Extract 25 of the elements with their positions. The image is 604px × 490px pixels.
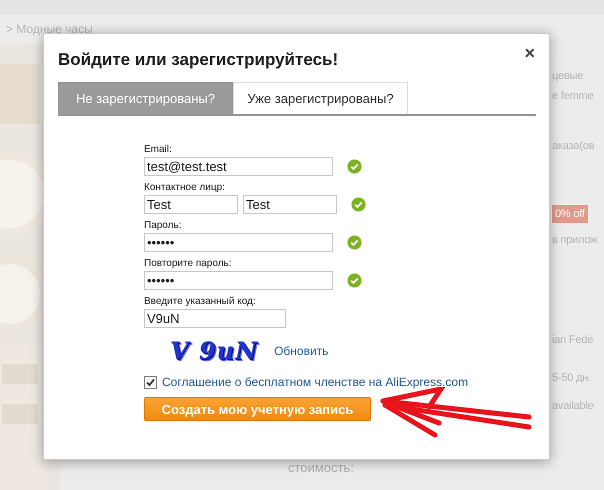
field-label: Введите указанный код: bbox=[144, 296, 257, 307]
checkbox[interactable] bbox=[144, 376, 157, 388]
tab[interactable]: Уже зарегистрированы? bbox=[233, 82, 408, 114]
input-field[interactable]: Test bbox=[144, 195, 238, 214]
discount-badge: 0% off bbox=[552, 205, 588, 223]
page-text: цевые bbox=[552, 70, 584, 82]
page-text: 5-50 дн. bbox=[552, 372, 592, 384]
field-label: Пароль: bbox=[144, 220, 182, 231]
page-text: available bbox=[552, 400, 594, 412]
input-field[interactable]: Test bbox=[243, 195, 337, 214]
refresh-link[interactable]: Обновить bbox=[274, 344, 328, 358]
close-button[interactable]: × bbox=[524, 44, 535, 62]
input-field[interactable]: test@test.test bbox=[144, 157, 333, 176]
page-text: стоимость: bbox=[288, 460, 354, 475]
agreement-link[interactable]: Соглашение о бесплатном членстве на AliExpress.com bbox=[162, 375, 468, 389]
input-field[interactable]: •••••• bbox=[144, 233, 333, 252]
field-label: Email: bbox=[144, 144, 173, 155]
page-text: аказа(ов bbox=[552, 140, 594, 152]
dialog-title: Войдите или зарегистрируйтесь! bbox=[58, 50, 338, 70]
input-field[interactable]: V9uN bbox=[144, 309, 286, 328]
field-label: Контактное лицр: bbox=[144, 182, 226, 193]
captcha-image: V 9uN bbox=[170, 336, 258, 365]
field-label: Повторите пароль: bbox=[144, 258, 233, 269]
input-field[interactable]: •••••• bbox=[144, 271, 333, 290]
page-text: ian Fede bbox=[552, 334, 594, 346]
